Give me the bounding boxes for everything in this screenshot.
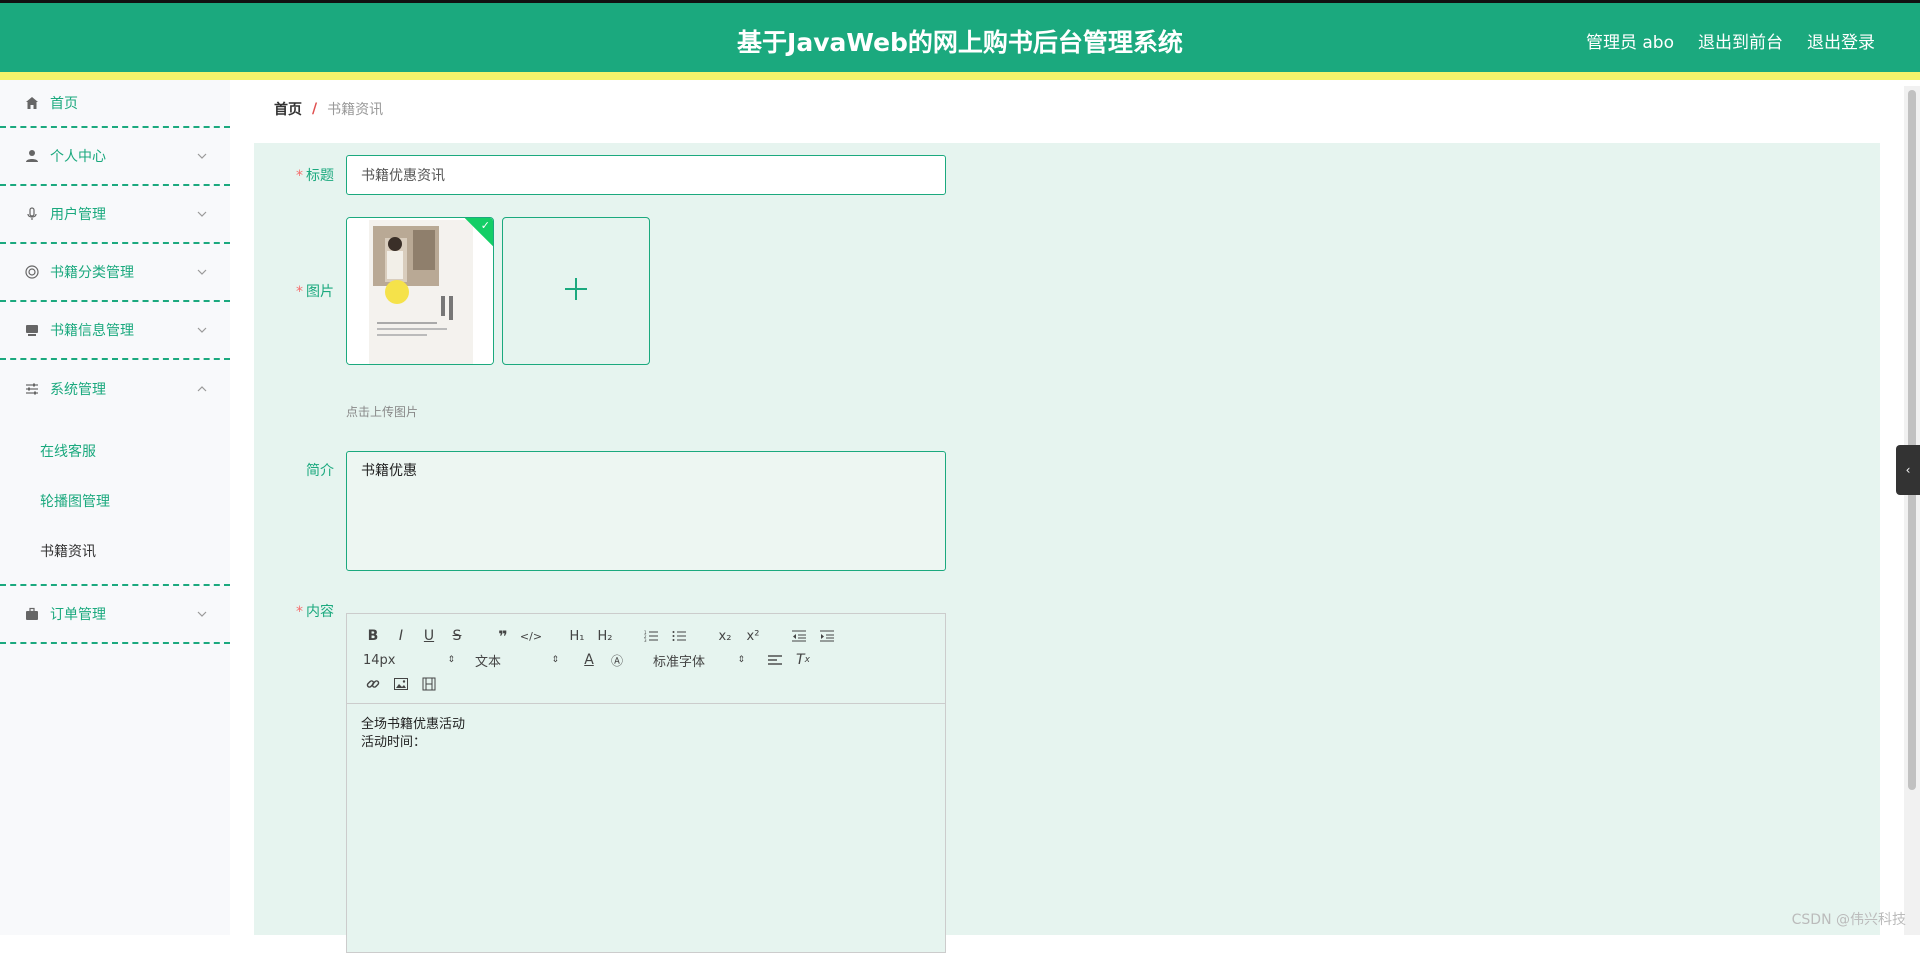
admin-label[interactable]: 管理员 abo [1586,28,1674,53]
clear-format-icon[interactable]: Tx [789,648,817,672]
image-label: *图片 [254,281,334,301]
system-submenu: 在线客服 轮播图管理 书籍资讯 [0,418,230,586]
outdent-icon[interactable] [785,624,813,648]
sidebar-item-order-management[interactable]: 订单管理 [0,586,230,644]
header-nav: 管理员 abo 退出到前台 退出登录 [1586,28,1875,53]
to-front-link[interactable]: 退出到前台 [1698,28,1783,53]
breadcrumb-current: 书籍资讯 [327,99,383,119]
upload-hint: 点击上传图片 [346,403,418,420]
video-icon[interactable] [415,672,443,696]
strike-icon[interactable]: S [443,624,471,648]
sidebar-item-label: 系统管理 [50,379,106,399]
uploaded-image-thumbnail[interactable]: ✓ [346,217,494,365]
sidebar-item-label: 个人中心 [50,146,106,166]
heading1-icon[interactable]: H₁ [563,624,591,648]
sidebar-item-label: 用户管理 [50,204,106,224]
editor-content[interactable]: 全场书籍优惠活动 活动时间： [347,704,945,764]
sidebar-item-label: 书籍分类管理 [50,262,134,282]
side-drawer-toggle[interactable]: ‹ [1896,445,1920,495]
breadcrumb: 首页 / 书籍资讯 [254,86,1880,132]
intro-textarea[interactable]: 书籍优惠 [346,451,946,571]
title-input[interactable]: 书籍优惠资讯 [346,155,946,195]
mic-icon [24,206,40,222]
ordered-list-icon[interactable]: 123 [637,624,665,648]
submenu-online-service[interactable]: 在线客服 [0,426,230,476]
sliders-icon [24,381,40,397]
background-color-icon[interactable]: Ⓐ [603,648,631,672]
briefcase-icon [24,606,40,622]
submenu-book-news[interactable]: 书籍资讯 [0,526,230,576]
watermark: CSDN @伟兴科技 [1792,909,1906,929]
breadcrumb-home[interactable]: 首页 [274,99,302,119]
logout-link[interactable]: 退出登录 [1807,28,1875,53]
sidebar-item-label: 订单管理 [50,604,106,624]
check-icon: ✓ [481,219,490,232]
font-family-select[interactable]: 标准字体⇕ [649,648,749,672]
sidebar-item-label: 首页 [50,93,78,113]
user-icon [24,148,40,164]
content-line: 活动时间： [361,734,931,752]
title-label: *标题 [254,165,334,185]
home-icon [24,95,40,111]
lifebuoy-icon [24,264,40,280]
sidebar-item-book-info[interactable]: 书籍信息管理 [0,302,230,360]
sidebar-item-home[interactable]: 首页 [0,80,230,128]
underline-icon[interactable]: U [415,624,443,648]
sidebar-item-label: 书籍信息管理 [50,320,134,340]
font-color-icon[interactable]: A [575,648,603,672]
chevron-down-icon [196,208,208,220]
scrollbar-thumb[interactable] [1908,90,1916,790]
header-stripe [0,72,1920,80]
subscript-icon[interactable]: x₂ [711,624,739,648]
sidebar-item-book-category[interactable]: 书籍分类管理 [0,244,230,302]
heading2-icon[interactable]: H₂ [591,624,619,648]
sidebar-item-user-management[interactable]: 用户管理 [0,186,230,244]
plus-icon [562,275,590,307]
editor-toolbar: B I U S ❞ </> H₁ H₂ 123 x₂ x² [347,614,945,704]
submenu-carousel-management[interactable]: 轮播图管理 [0,476,230,526]
image-upload-button[interactable] [502,217,650,365]
chevron-up-icon [196,383,208,395]
text-type-select[interactable]: 文本⇕ [471,648,563,672]
chevron-down-icon [196,266,208,278]
indent-icon[interactable] [813,624,841,648]
sidebar-item-personal-center[interactable]: 个人中心 [0,128,230,186]
image-icon[interactable] [387,672,415,696]
content-label: *内容 [254,601,334,621]
intro-label: 简介 [254,460,334,480]
align-icon[interactable] [761,648,789,672]
svg-text:3: 3 [644,638,647,642]
chevron-down-icon [196,608,208,620]
monitor-icon [24,322,40,338]
link-icon[interactable] [359,672,387,696]
font-size-select[interactable]: 14px⇕ [359,648,459,672]
sidebar: 首页 个人中心 用户管理 书籍分类管理 书籍信息管理 [0,80,230,935]
book-cover-image [347,218,494,365]
content-line: 全场书籍优惠活动 [361,716,931,734]
chevron-down-icon [196,150,208,162]
code-block-icon[interactable]: </> [517,624,545,648]
chevron-down-icon [196,324,208,336]
bold-icon[interactable]: B [359,624,387,648]
sidebar-item-system-management[interactable]: 系统管理 [0,360,230,418]
breadcrumb-separator: / [312,101,317,117]
page-scrollbar[interactable] [1904,86,1920,935]
bullet-list-icon[interactable] [665,624,693,648]
italic-icon[interactable]: I [387,624,415,648]
superscript-icon[interactable]: x² [739,624,767,648]
rich-text-editor: B I U S ❞ </> H₁ H₂ 123 x₂ x² [346,613,946,953]
blockquote-icon[interactable]: ❞ [489,624,517,648]
edit-form: *标题 书籍优惠资讯 *图片 ✓ 点击上传图片 简介 书籍优惠 *内容 [254,143,1880,935]
top-header: 基于JavaWeb的网上购书后台管理系统 管理员 abo 退出到前台 退出登录 [0,0,1920,80]
chevron-left-icon: ‹ [1906,463,1911,477]
